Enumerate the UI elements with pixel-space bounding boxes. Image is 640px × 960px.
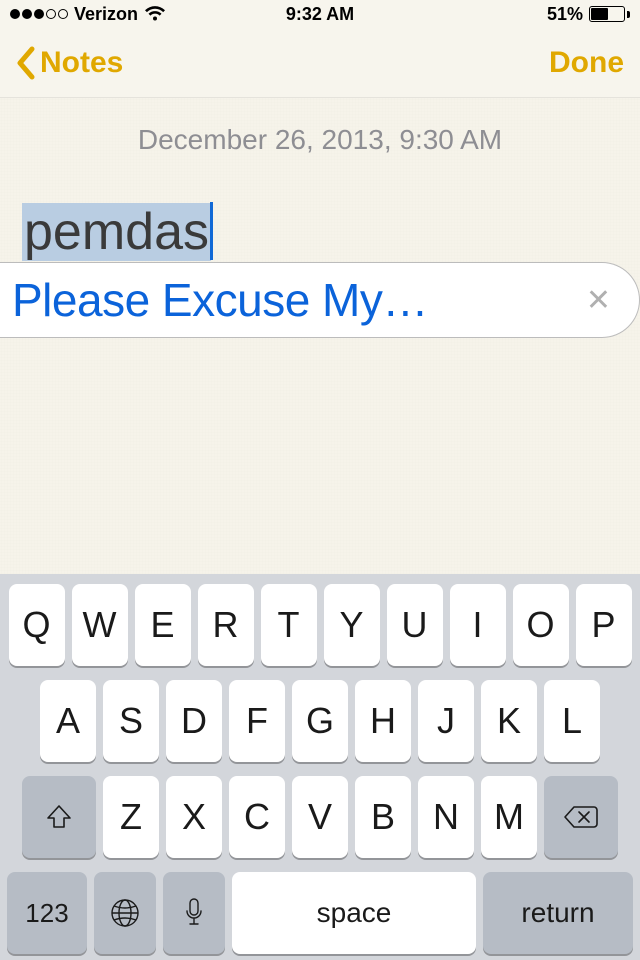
battery-icon	[589, 6, 630, 22]
back-label: Notes	[40, 46, 123, 80]
key-u[interactable]: U	[387, 584, 443, 666]
key-i[interactable]: I	[450, 584, 506, 666]
key-y[interactable]: Y	[324, 584, 380, 666]
nav-bar: Notes Done	[0, 28, 640, 98]
status-right: 51%	[547, 4, 630, 25]
key-h[interactable]: H	[355, 680, 411, 762]
key-c[interactable]: C	[229, 776, 285, 858]
suggestion-text[interactable]: Please Excuse My…	[12, 273, 578, 327]
key-b[interactable]: B	[355, 776, 411, 858]
chevron-left-icon	[16, 46, 36, 80]
key-k[interactable]: K	[481, 680, 537, 762]
dictation-key[interactable]	[163, 872, 225, 954]
keyboard-row-2: ASDFGHJKL	[5, 680, 635, 762]
key-s[interactable]: S	[103, 680, 159, 762]
space-key[interactable]: space	[232, 872, 476, 954]
keyboard-row-4: 123 space return	[5, 872, 635, 954]
done-button[interactable]: Done	[549, 46, 624, 80]
key-r[interactable]: R	[198, 584, 254, 666]
signal-strength	[10, 9, 68, 19]
selected-text[interactable]: pemdas	[22, 203, 211, 261]
key-z[interactable]: Z	[103, 776, 159, 858]
key-n[interactable]: N	[418, 776, 474, 858]
key-j[interactable]: J	[418, 680, 474, 762]
backspace-key[interactable]	[544, 776, 618, 858]
carrier-label: Verizon	[74, 4, 138, 25]
key-w[interactable]: W	[72, 584, 128, 666]
return-key[interactable]: return	[483, 872, 633, 954]
battery-pct-label: 51%	[547, 4, 583, 25]
key-v[interactable]: V	[292, 776, 348, 858]
keyboard-row-1: QWERTYUIOP	[5, 584, 635, 666]
key-d[interactable]: D	[166, 680, 222, 762]
note-content[interactable]: December 26, 2013, 9:30 AM pemdas Please…	[0, 98, 640, 574]
status-left: Verizon	[10, 4, 166, 25]
wifi-icon	[144, 6, 166, 22]
key-x[interactable]: X	[166, 776, 222, 858]
back-button[interactable]: Notes	[16, 46, 123, 80]
shift-key[interactable]	[22, 776, 96, 858]
status-bar: Verizon 9:32 AM 51%	[0, 0, 640, 28]
note-timestamp: December 26, 2013, 9:30 AM	[0, 98, 640, 166]
key-e[interactable]: E	[135, 584, 191, 666]
text-replacement-suggestion[interactable]: Please Excuse My… ✕	[0, 262, 640, 338]
key-l[interactable]: L	[544, 680, 600, 762]
keyboard-row-3: ZXCVBNM	[5, 776, 635, 858]
key-f[interactable]: F	[229, 680, 285, 762]
key-t[interactable]: T	[261, 584, 317, 666]
globe-key[interactable]	[94, 872, 156, 954]
text-cursor	[210, 202, 213, 260]
key-q[interactable]: Q	[9, 584, 65, 666]
keyboard: QWERTYUIOP ASDFGHJKL ZXCVBNM 123 space r…	[0, 574, 640, 960]
key-a[interactable]: A	[40, 680, 96, 762]
key-g[interactable]: G	[292, 680, 348, 762]
key-m[interactable]: M	[481, 776, 537, 858]
key-o[interactable]: O	[513, 584, 569, 666]
close-icon[interactable]: ✕	[578, 275, 619, 326]
numbers-key[interactable]: 123	[7, 872, 87, 954]
status-time: 9:32 AM	[286, 4, 354, 25]
note-body[interactable]: pemdas	[0, 166, 640, 264]
key-p[interactable]: P	[576, 584, 632, 666]
